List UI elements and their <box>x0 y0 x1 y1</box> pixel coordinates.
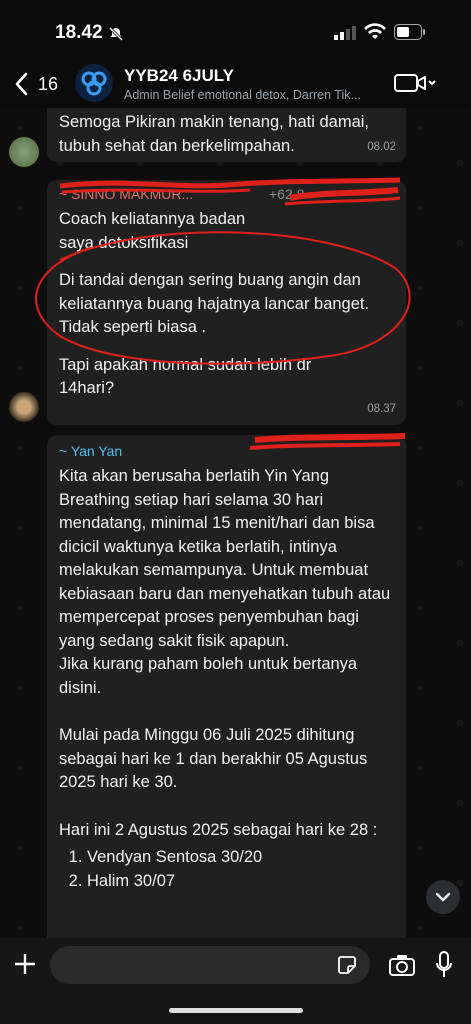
wifi-icon <box>364 23 386 46</box>
video-call-icon[interactable] <box>394 72 438 99</box>
list-item: Halim 30/07 <box>87 870 406 894</box>
microphone-icon[interactable] <box>435 951 453 984</box>
message-text: Hari ini 2 Agustus 2025 sebagai hari ke … <box>59 820 378 839</box>
message-text: Kita akan berusaha berlatih Yin Yang Bre… <box>59 467 391 650</box>
home-indicator <box>169 1008 303 1013</box>
battery-icon <box>394 24 426 45</box>
message-text: Jika kurang paham boleh untuk bertanya d… <box>59 655 358 697</box>
list-item: Vendyan Sentosa 30/20 <box>87 846 406 870</box>
participant-list: Vendyan Sentosa 30/20 Halim 30/07 <box>47 846 406 893</box>
sender-avatar[interactable] <box>9 392 39 422</box>
status-bar: 18.42 <box>0 0 471 62</box>
message-input[interactable] <box>50 946 370 984</box>
scroll-down-button[interactable] <box>426 880 460 914</box>
red-annotation-scribble <box>249 433 406 450</box>
signal-icon <box>334 26 356 45</box>
camera-icon[interactable] <box>389 954 415 981</box>
message-list[interactable]: Semoga Pikiran makin tenang, hati damai,… <box>0 108 471 938</box>
group-members[interactable]: Admin Belief emotional detox, Darren Tik… <box>124 88 389 102</box>
plus-icon[interactable] <box>13 952 37 981</box>
group-title[interactable]: YYB24 6JULY <box>124 66 234 86</box>
sticker-icon[interactable] <box>336 954 358 981</box>
status-time: 18.42 <box>55 22 103 43</box>
unread-count[interactable]: 16 <box>38 74 58 95</box>
message-bubble[interactable]: ~ Yan Yan Kita akan berusaha berlatih Yi… <box>47 435 406 938</box>
group-avatar[interactable] <box>75 64 113 102</box>
bell-muted-icon <box>108 26 124 47</box>
message-text: Mulai pada Minggu 06 Juli 2025 dihitung … <box>59 726 368 791</box>
back-chevron-icon[interactable] <box>14 72 28 101</box>
chat-header: 16 YYB24 6JULY Admin Belief emotional de… <box>0 62 471 106</box>
chevron-down-icon <box>435 892 451 902</box>
